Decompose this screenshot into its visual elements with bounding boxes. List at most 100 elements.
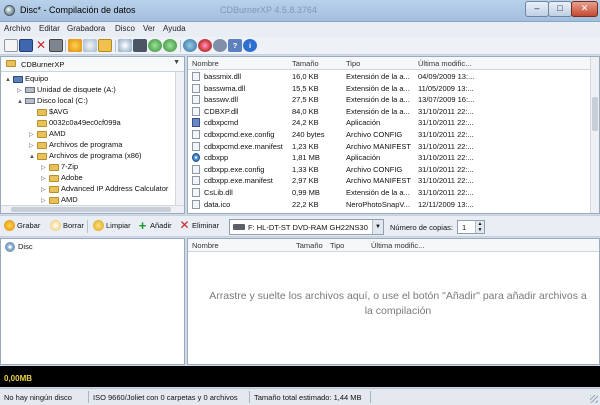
erase-icon[interactable] xyxy=(83,39,97,52)
tree-item-label: Adobe xyxy=(61,173,83,182)
tree-location-bar[interactable]: CDBurnerXP ▼ xyxy=(1,57,184,72)
maximize-button[interactable]: □ xyxy=(548,1,572,17)
expand-arrow-icon[interactable]: ▷ xyxy=(41,175,49,182)
file-row[interactable]: data.ico 22,2 KB NeroPhotoSnapV... 12/11/20… xyxy=(188,199,591,210)
help-icon[interactable]: ? xyxy=(228,39,242,52)
file-type: Archivo MANIFEST xyxy=(346,176,412,186)
drive-select[interactable]: F: HL-DT-ST DVD-RAM GH22NS30 ▼ xyxy=(229,219,384,235)
menu-archivo[interactable]: Archivo xyxy=(4,24,31,33)
forward-icon[interactable] xyxy=(163,39,177,52)
column-name[interactable]: Nombre xyxy=(192,59,219,68)
file-size: 22,2 KB xyxy=(292,199,319,209)
file-list-scrollbar[interactable] xyxy=(590,57,599,213)
file-row[interactable]: basswv.dll 27,5 KB Extensión de la a... 13/… xyxy=(188,94,591,105)
column-modified[interactable]: Última modific... xyxy=(371,241,424,250)
burn-icon[interactable] xyxy=(68,39,82,52)
column-name[interactable]: Nombre xyxy=(192,241,219,250)
expand-arrow-icon[interactable]: ▷ xyxy=(41,164,49,171)
remove-button[interactable]: ✕ Eliminar xyxy=(179,219,219,234)
refresh-icon[interactable] xyxy=(118,39,132,52)
expand-arrow-icon[interactable]: ▷ xyxy=(29,131,37,138)
tree-item[interactable]: ▷ Archivos de programa xyxy=(29,140,122,151)
expand-arrow-icon[interactable]: ▲ xyxy=(29,154,37,160)
tree-item-label: 7-Zip xyxy=(61,162,79,171)
expand-arrow-icon[interactable]: ▷ xyxy=(41,197,49,204)
expand-arrow-icon[interactable]: ▷ xyxy=(29,142,37,149)
add-button[interactable]: + Añadir xyxy=(137,219,172,234)
copies-stepper[interactable]: 1 ▲ ▼ xyxy=(457,220,485,234)
info-icon[interactable]: i xyxy=(243,39,257,52)
tree-item[interactable]: ▷ Advanced IP Address Calculator xyxy=(41,184,168,195)
compilation-list[interactable]: Nombre Tamaño Tipo Última modific... Arr… xyxy=(187,238,600,365)
column-modified[interactable]: Última modific... xyxy=(418,59,471,68)
clean-icon xyxy=(93,220,104,231)
save-icon[interactable] xyxy=(19,39,33,52)
new-icon[interactable] xyxy=(4,39,18,52)
tree-item[interactable]: ▲ Equipo xyxy=(5,74,48,85)
column-size[interactable]: Tamaño xyxy=(292,59,319,68)
file-row[interactable]: cdbxpcmd.exe.config 240 bytes Archivo CONF… xyxy=(188,129,591,140)
scrollbar-thumb[interactable] xyxy=(11,207,171,212)
delete-icon[interactable]: ✕ xyxy=(34,39,48,52)
file-row[interactable]: cdbxpcmd.exe.manifest 1,23 KB Archivo MANI… xyxy=(188,141,591,152)
tree-horizontal-scrollbar[interactable] xyxy=(1,205,184,213)
file-list[interactable]: Nombre Tamaño Tipo Última modific... bas… xyxy=(187,56,600,214)
eject-icon[interactable] xyxy=(133,39,147,52)
menu-ver[interactable]: Ver xyxy=(143,24,155,33)
file-row[interactable]: CDBXP.dll 84,0 KB Extensión de la a... 31/1… xyxy=(188,106,591,117)
menu-disco[interactable]: Disco xyxy=(115,24,135,33)
tree-item[interactable]: 0032c0a49ec0cf099a xyxy=(29,118,121,129)
file-row[interactable]: basswma.dll 15,5 KB Extensión de la a... 11… xyxy=(188,83,591,94)
spin-icon[interactable]: ▲ ▼ xyxy=(475,221,484,233)
disc-tree[interactable]: Disc xyxy=(0,238,185,365)
chevron-down-icon[interactable]: ▼ xyxy=(372,220,383,234)
chevron-down-icon[interactable]: ▼ xyxy=(173,59,180,66)
file-row[interactable]: cdbxpp.exe.config 1,33 KB Archivo CONFIG 31… xyxy=(188,164,591,175)
clean-button[interactable]: Limpiar xyxy=(93,220,131,234)
file-row[interactable]: bassmix.dll 16,0 KB Extensión de la a... 04… xyxy=(188,71,591,82)
print-icon[interactable] xyxy=(49,39,63,52)
tree-item[interactable]: ▲ Archivos de programa (x86) xyxy=(29,151,142,162)
expand-arrow-icon[interactable]: ▲ xyxy=(17,99,25,105)
back-icon[interactable] xyxy=(148,39,162,52)
minimize-button[interactable]: – xyxy=(525,1,549,17)
file-size: 15,5 KB xyxy=(292,83,319,93)
file-row[interactable]: cdbxpp 1,81 MB Aplicación 31/10/2011 22:... xyxy=(188,152,591,163)
menu-grabadora[interactable]: Grabadora xyxy=(67,24,105,33)
tree-item[interactable]: $AVG xyxy=(29,107,68,118)
file-type: Archivo CONFIG xyxy=(346,130,403,139)
expand-arrow-icon[interactable]: ▷ xyxy=(41,186,49,193)
tree-item[interactable]: ▷ Unidad de disquete (A:) xyxy=(17,85,116,96)
tree-item[interactable]: ▷ 7-Zip xyxy=(41,162,78,173)
resize-grip[interactable] xyxy=(590,395,598,403)
properties-icon[interactable] xyxy=(98,39,112,52)
folder-icon xyxy=(49,163,59,171)
menu-ayuda[interactable]: Ayuda xyxy=(163,24,186,33)
folder-tree[interactable]: CDBurnerXP ▼ ▲ Equipo ▷ Unidad de disquete … xyxy=(0,56,185,214)
tree-item[interactable]: ▷ AMD xyxy=(29,129,66,140)
tree-vertical-scrollbar[interactable] xyxy=(175,72,184,205)
file-row[interactable]: cdbxpcmd 24,2 KB Aplicación 31/10/2011 22:.… xyxy=(188,117,591,128)
tree-item-label: $AVG xyxy=(49,107,69,116)
tree-item[interactable]: ▲ Disco local (C:) xyxy=(17,96,88,107)
disc-root-item[interactable]: Disc xyxy=(5,242,33,253)
column-size[interactable]: Tamaño xyxy=(296,241,323,250)
column-type[interactable]: Tipo xyxy=(346,59,360,68)
file-type: Aplicación xyxy=(346,118,381,128)
file-type: Aplicación xyxy=(346,153,381,163)
tools-icon[interactable] xyxy=(213,39,227,52)
file-row[interactable]: CsLib.dll 0,99 MB Extensión de la a... 31/1… xyxy=(188,187,591,198)
column-type[interactable]: Tipo xyxy=(330,241,344,250)
scrollbar-thumb[interactable] xyxy=(592,97,598,131)
globe-icon[interactable] xyxy=(183,39,197,52)
pc-icon xyxy=(13,75,23,83)
tree-item[interactable]: ▷ Adobe xyxy=(41,173,83,184)
expand-arrow-icon[interactable]: ▷ xyxy=(17,87,25,94)
menu-editar[interactable]: Editar xyxy=(39,24,60,33)
burn-button[interactable]: Grabar xyxy=(4,220,40,234)
settings-icon[interactable] xyxy=(198,39,212,52)
expand-arrow-icon[interactable]: ▲ xyxy=(5,77,13,83)
erase-button[interactable]: Borrar xyxy=(50,220,84,234)
file-row[interactable]: cdbxpp.exe.manifest 2,97 KB Archivo MANIFE… xyxy=(188,175,591,186)
close-button[interactable]: ✕ xyxy=(571,1,598,17)
